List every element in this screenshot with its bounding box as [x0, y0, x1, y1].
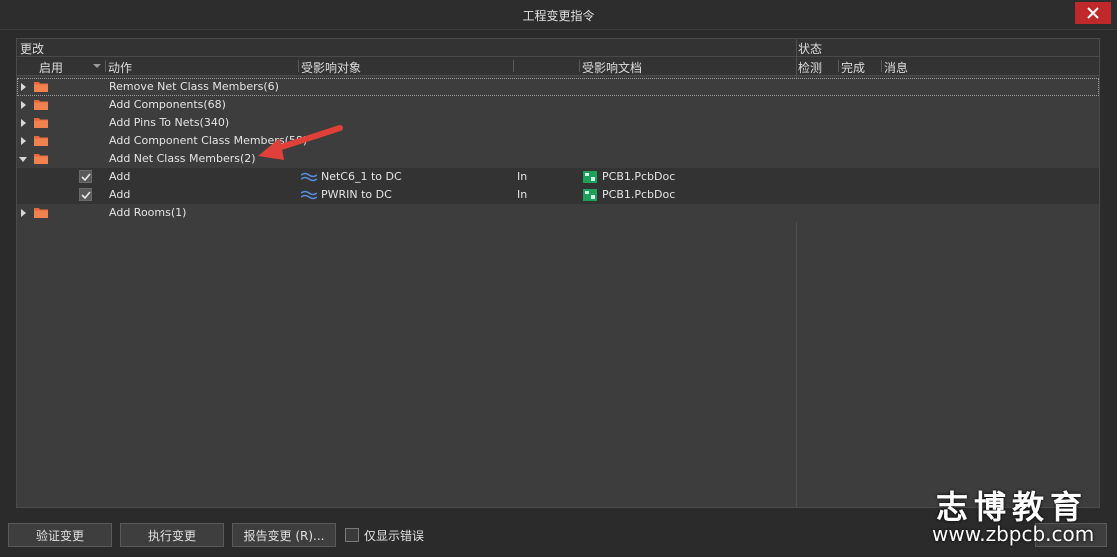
group-row[interactable]: Remove Net Class Members(6): [17, 78, 1099, 96]
header-group-row: 更改 状态: [17, 39, 1099, 57]
column-message[interactable]: 消息: [884, 59, 908, 76]
folder-icon: [34, 118, 48, 128]
group-row[interactable]: Add Rooms(1): [17, 204, 1099, 222]
header-group-change: 更改: [20, 42, 45, 56]
only-errors-checkbox[interactable]: [345, 528, 359, 542]
enable-checkbox[interactable]: [79, 188, 92, 201]
group-row[interactable]: Add Component Class Members(58): [17, 132, 1099, 150]
group-row[interactable]: Add Net Class Members(2): [17, 150, 1099, 168]
close-icon: [1087, 7, 1099, 19]
affected-object-cell: PWRIN to DC: [321, 188, 392, 201]
folder-icon: [34, 136, 48, 146]
watermark: 志博教育 www.zbpcb.com: [920, 482, 1115, 557]
header-column-row: 启用 动作 受影响对象 受影响文档 检测 完成 消息: [17, 57, 1099, 76]
group-label: Remove Net Class Members(6): [109, 80, 279, 93]
affected-object-cell: NetC6_1 to DC: [321, 170, 402, 183]
group-label: Add Components(68): [109, 98, 226, 111]
pcb-document-icon: [583, 189, 597, 201]
execute-changes-button[interactable]: 执行变更: [120, 523, 224, 547]
close-button[interactable]: [1075, 2, 1111, 24]
table-row[interactable]: Add PWRIN to DC In PCB1.PcbDoc: [17, 186, 1099, 204]
folder-icon: [34, 82, 48, 92]
validate-changes-button[interactable]: 验证变更: [8, 523, 112, 547]
window-title: 工程变更指令: [522, 9, 595, 23]
affected-document-cell: PCB1.PcbDoc: [602, 170, 676, 183]
group-label: Add Net Class Members(2): [109, 152, 256, 165]
table-row[interactable]: Add NetC6_1 to DC In PCB1.PcbDoc: [17, 168, 1099, 186]
column-done[interactable]: 完成: [841, 59, 865, 76]
group-label: Add Pins To Nets(340): [109, 116, 230, 129]
net-class-icon: [301, 190, 317, 200]
report-changes-button[interactable]: 报告变更 (R)...: [232, 523, 336, 547]
sort-arrow-icon[interactable]: [93, 64, 101, 68]
column-action[interactable]: 动作: [108, 59, 132, 76]
folder-icon: [34, 154, 48, 164]
column-affected-object[interactable]: 受影响对象: [301, 59, 361, 76]
column-enable[interactable]: 启用: [39, 59, 63, 76]
action-cell: Add: [109, 170, 131, 183]
changes-grid: 更改 状态 启用 动作 受影响对象 受影响文档 检测 完成 消息 Remove …: [16, 38, 1100, 508]
expand-icon[interactable]: [21, 101, 26, 109]
direction-cell: In: [517, 188, 528, 201]
expand-icon[interactable]: [21, 137, 26, 145]
enable-checkbox[interactable]: [79, 170, 92, 183]
column-check[interactable]: 检测: [798, 59, 822, 76]
expand-icon[interactable]: [21, 209, 26, 217]
collapse-icon[interactable]: [19, 157, 27, 162]
net-class-icon: [301, 172, 317, 182]
folder-icon: [34, 208, 48, 218]
group-row[interactable]: Add Components(68): [17, 96, 1099, 114]
check-icon: [81, 191, 91, 200]
only-errors-label: 仅显示错误: [364, 529, 425, 543]
group-label: Add Rooms(1): [109, 206, 187, 219]
header-group-status: 状态: [798, 42, 823, 56]
title-bar: 工程变更指令: [0, 0, 1117, 30]
direction-cell: In: [517, 170, 528, 183]
expand-icon[interactable]: [21, 119, 26, 127]
annotation-arrow: [258, 125, 343, 160]
group-row[interactable]: Add Pins To Nets(340): [17, 114, 1099, 132]
folder-icon: [34, 100, 48, 110]
affected-document-cell: PCB1.PcbDoc: [602, 188, 676, 201]
watermark-url: www.zbpcb.com: [932, 522, 1095, 546]
action-cell: Add: [109, 188, 131, 201]
check-icon: [81, 173, 91, 182]
pcb-document-icon: [583, 171, 597, 183]
expand-icon[interactable]: [21, 83, 26, 91]
column-affected-document[interactable]: 受影响文档: [582, 59, 642, 76]
